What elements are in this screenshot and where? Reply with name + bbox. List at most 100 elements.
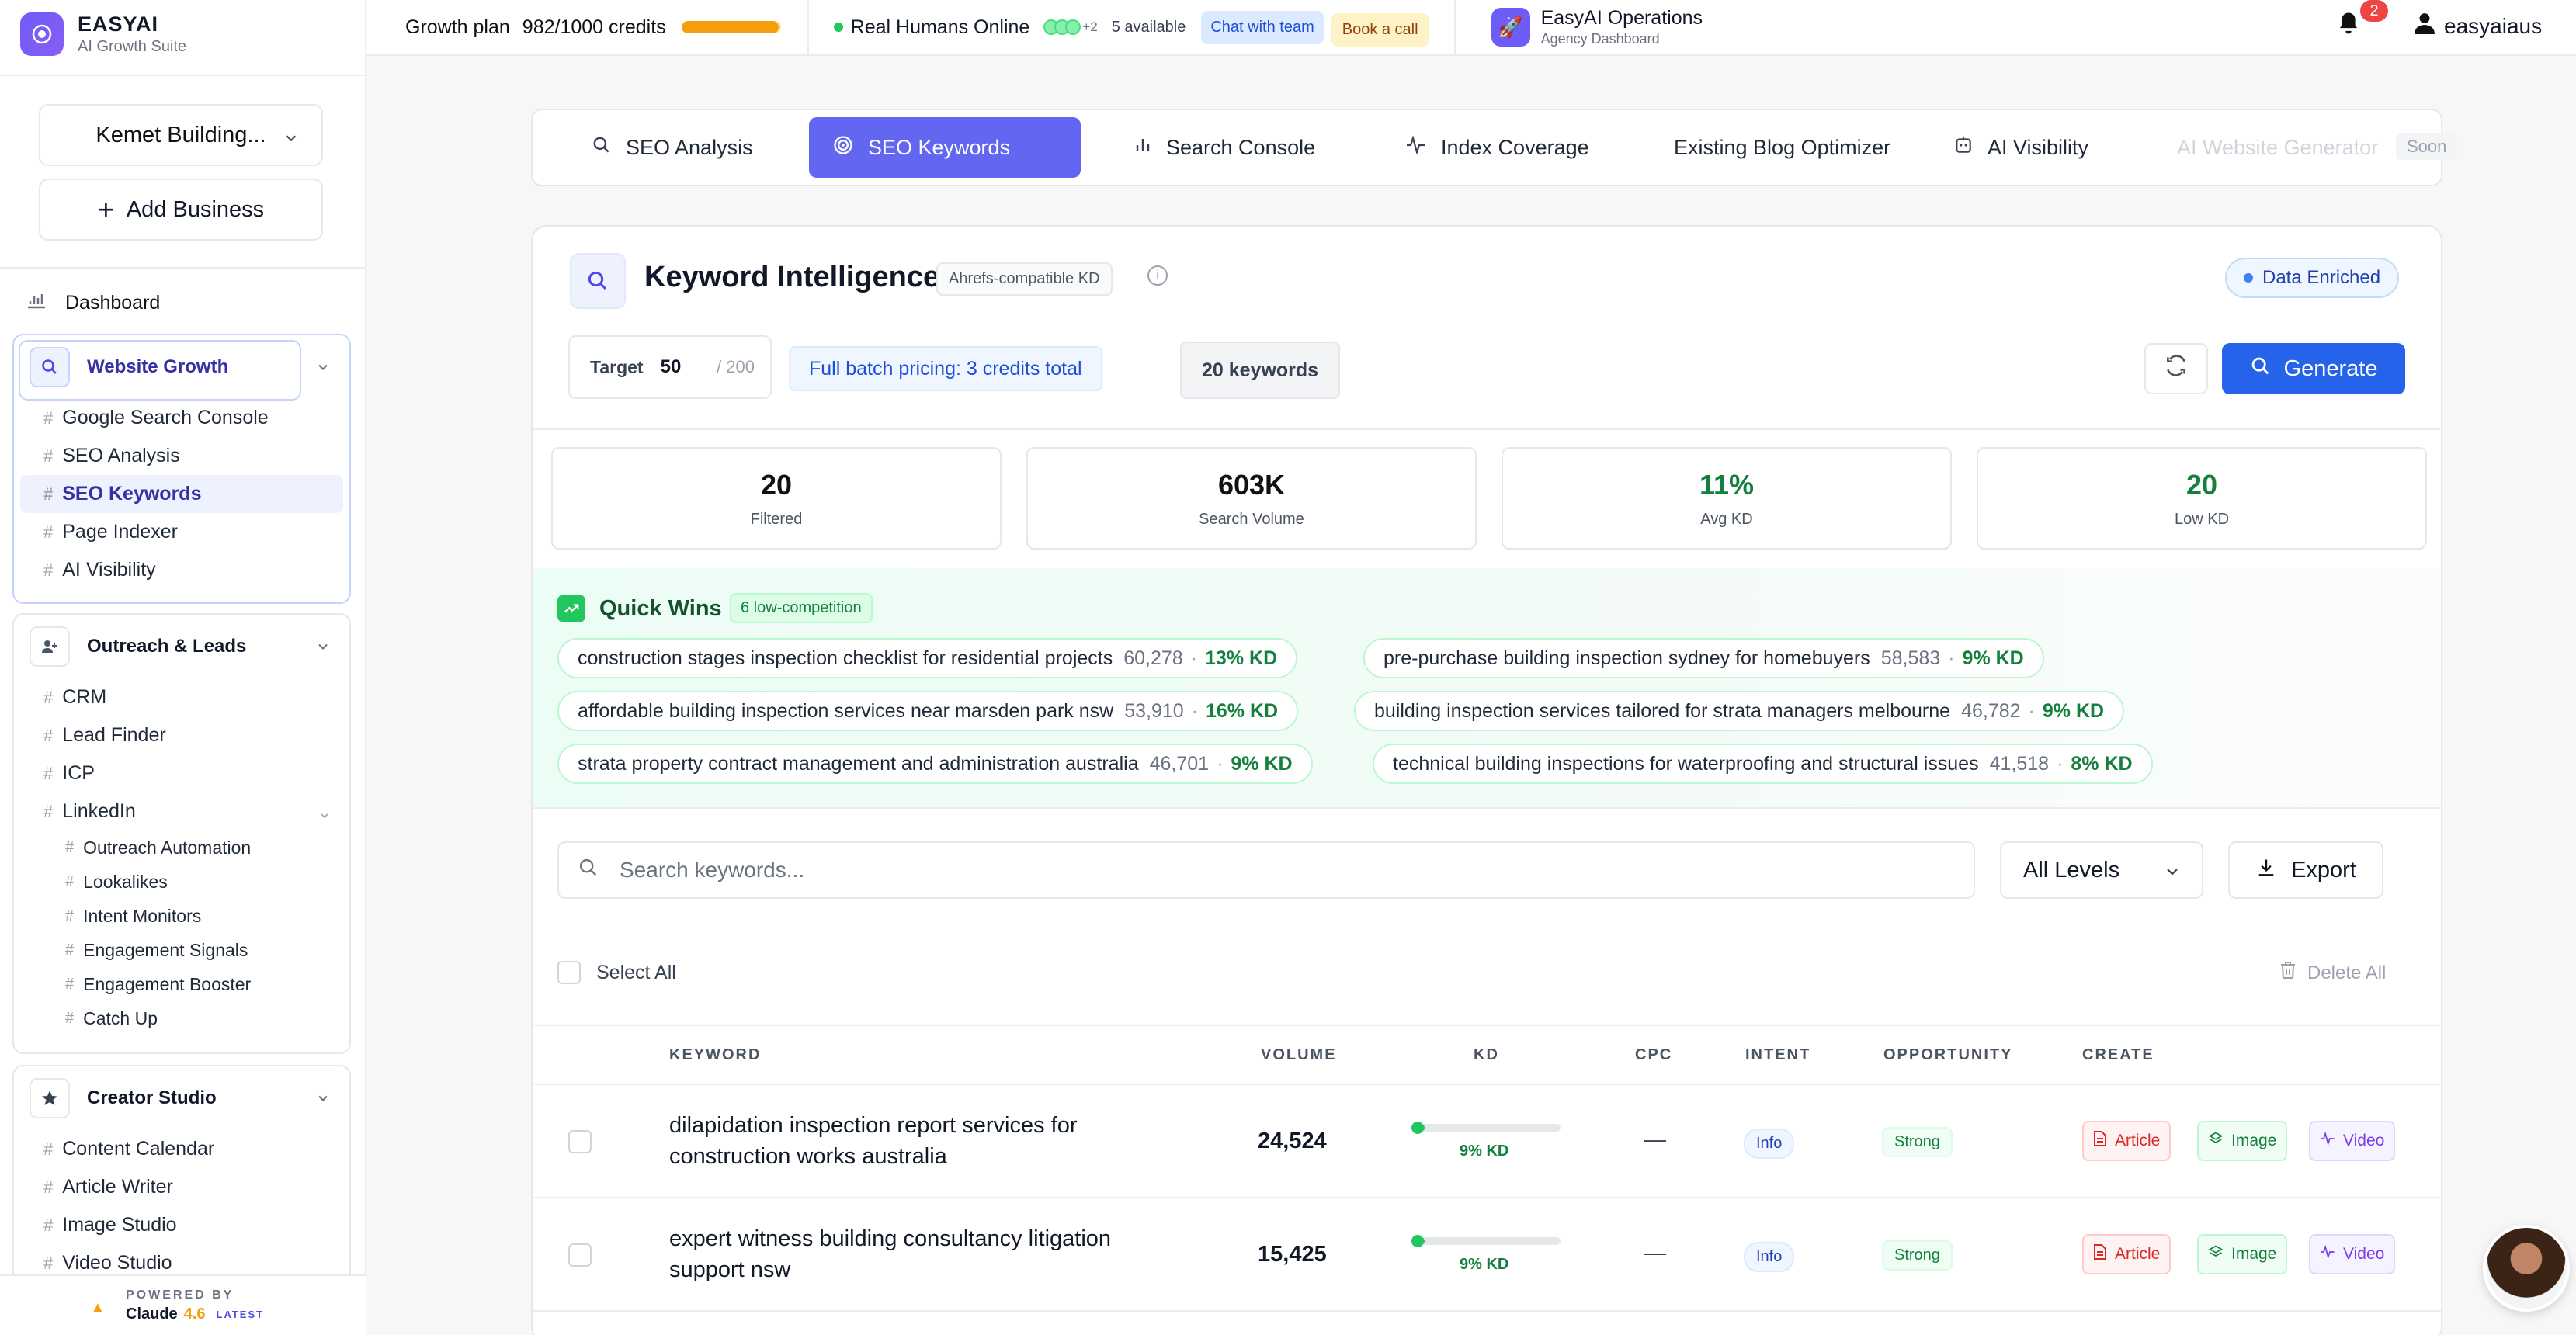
search-icon	[592, 135, 612, 161]
select-all-checkbox[interactable]	[557, 961, 581, 984]
chip-keyword: building inspection services tailored fo…	[1374, 699, 1951, 722]
tab-ai-visibility[interactable]: AI Visibility	[1930, 117, 2112, 178]
chat-with-team-button[interactable]: Chat with team	[1201, 10, 1324, 44]
available-count: 5 available	[1111, 18, 1186, 36]
plan-label: Growth plan	[405, 16, 510, 38]
sidebar-item-crm[interactable]: # CRM	[14, 678, 349, 716]
group-header-outreach-leads[interactable]: Outreach & Leads	[14, 615, 349, 678]
sidebar-item-seo-analysis[interactable]: # SEO Analysis	[14, 437, 349, 475]
tab-seo-keywords[interactable]: SEO Keywords	[809, 117, 1081, 178]
row-volume: 15,425	[1258, 1242, 1327, 1267]
rocket-icon: 🚀	[1491, 8, 1530, 47]
chip-volume: 46,701	[1149, 752, 1210, 775]
group-label: Outreach & Leads	[87, 636, 247, 657]
sidebar-item-ai-visibility[interactable]: # AI Visibility	[14, 551, 349, 589]
delete-all-label: Delete All	[2307, 962, 2387, 983]
sidebar-item-engagement-signals[interactable]: # Engagement Signals	[14, 933, 349, 967]
sidebar-item-label: Google Search Console	[62, 407, 269, 428]
chevron-down-icon	[2163, 862, 2182, 887]
data-enriched-label: Data Enriched	[2262, 267, 2381, 288]
create-image-button[interactable]: Image	[2197, 1234, 2288, 1274]
user-menu[interactable]: easyaiaus	[2415, 12, 2542, 40]
bar-chart-icon	[26, 292, 50, 314]
quick-win-chip[interactable]: pre-purchase building inspection sydney …	[1363, 638, 2044, 678]
row-kd: 9% KD	[1460, 1143, 1509, 1160]
sidebar-item-intent-monitors[interactable]: # Intent Monitors	[14, 899, 349, 933]
stat-label: Filtered	[750, 510, 803, 528]
create-article-button[interactable]: Article	[2082, 1234, 2172, 1274]
quick-win-chip[interactable]: construction stages inspection checklist…	[557, 638, 1298, 678]
quick-win-chip[interactable]: affordable building inspection services …	[557, 691, 1299, 731]
plus-icon: +	[97, 193, 114, 225]
tab-seo-analysis[interactable]: SEO Analysis	[568, 117, 776, 178]
tab-existing-blog-optimizer[interactable]: Existing Blog Optimizer	[1651, 117, 1914, 178]
quick-win-chip[interactable]: building inspection services tailored fo…	[1354, 691, 2125, 731]
column-header-volume[interactable]: VOLUME	[1261, 1046, 1337, 1064]
sidebar-item-catch-up[interactable]: # Catch Up	[14, 1001, 349, 1035]
column-header-cpc[interactable]: CPC	[1635, 1046, 1672, 1064]
refresh-button[interactable]	[2144, 343, 2208, 394]
sidebar-item-content-calendar[interactable]: # Content Calendar	[14, 1130, 349, 1168]
kd-bar	[1411, 1122, 1561, 1134]
target-value: 50	[660, 356, 682, 377]
user-name: easyaiaus	[2444, 13, 2543, 38]
target-input[interactable]: Target 50 / 200	[568, 335, 772, 399]
hash-icon: #	[65, 1009, 75, 1027]
sidebar-item-page-indexer[interactable]: # Page Indexer	[14, 513, 349, 551]
group-header-website-growth[interactable]: Website Growth	[14, 335, 349, 400]
generate-button[interactable]: Generate	[2222, 343, 2405, 394]
column-header-keyword[interactable]: KEYWORD	[669, 1046, 761, 1064]
hash-icon: #	[43, 763, 54, 783]
sidebar-item-seo-keywords[interactable]: # SEO Keywords	[20, 475, 343, 513]
create-article-button[interactable]: Article	[2082, 1121, 2172, 1161]
support-avatar[interactable]	[2483, 1225, 2570, 1312]
export-button[interactable]: Export	[2228, 841, 2383, 899]
quick-win-chip[interactable]: technical building inspections for water…	[1373, 744, 2153, 784]
levels-select[interactable]: All Levels	[2000, 841, 2203, 899]
sidebar-item-image-studio[interactable]: # Image Studio	[14, 1206, 349, 1244]
quick-win-chip[interactable]: strata property contract management and …	[557, 744, 1313, 784]
info-icon[interactable]: i	[1147, 265, 1168, 286]
sidebar-item-lookalikes[interactable]: # Lookalikes	[14, 865, 349, 899]
hash-icon: #	[43, 522, 54, 542]
search-icon	[578, 857, 599, 884]
select-all[interactable]: Select All	[557, 961, 676, 984]
sidebar-item-lead-finder[interactable]: # Lead Finder	[14, 716, 349, 754]
tab-search-console[interactable]: Search Console	[1110, 117, 1338, 178]
tab-label: Existing Blog Optimizer	[1674, 135, 1891, 159]
bell-icon[interactable]	[2337, 11, 2360, 42]
quick-wins-title: Quick Wins	[599, 596, 722, 621]
sidebar-item-article-writer[interactable]: # Article Writer	[14, 1168, 349, 1206]
add-business-button[interactable]: + Add Business	[39, 179, 323, 241]
group-header-creator-studio[interactable]: Creator Studio	[14, 1066, 349, 1130]
create-image-button[interactable]: Image	[2197, 1121, 2288, 1161]
business-select[interactable]: Kemet Building...	[39, 104, 323, 166]
agency-switcher[interactable]: 🚀 EasyAI Operations Agency Dashboard	[1491, 7, 1703, 47]
delete-all-button[interactable]: Delete All	[2279, 961, 2386, 985]
search-input[interactable]	[620, 858, 1939, 882]
sidebar-item-engagement-booster[interactable]: # Engagement Booster	[14, 967, 349, 1001]
brand[interactable]: EASYAI AI Growth Suite	[20, 12, 186, 56]
stat-avg-kd: 11% Avg KD	[1502, 447, 1952, 550]
sidebar-item-google-search-console[interactable]: # Google Search Console	[14, 399, 349, 437]
sidebar-item-outreach-automation[interactable]: # Outreach Automation	[14, 830, 349, 865]
column-header-kd[interactable]: KD	[1474, 1046, 1499, 1064]
sidebar-item-label: Lead Finder	[62, 724, 166, 746]
chip-volume: 41,518	[1989, 752, 2050, 775]
sidebar-item-icp[interactable]: # ICP	[14, 754, 349, 792]
tab-index-coverage[interactable]: Index Coverage	[1382, 117, 1613, 178]
row-cpc: —	[1644, 1240, 1666, 1264]
column-header-opportunity[interactable]: OPPORTUNITY	[1883, 1046, 2012, 1064]
column-header-intent[interactable]: INTENT	[1745, 1046, 1810, 1064]
row-checkbox[interactable]	[568, 1130, 592, 1153]
create-video-button[interactable]: Video	[2309, 1121, 2396, 1161]
chip-volume: 46,782	[1961, 699, 2021, 722]
book-call-button[interactable]: Book a call	[1331, 12, 1429, 47]
row-checkbox[interactable]	[568, 1243, 592, 1267]
sidebar-item-linkedin[interactable]: # LinkedIn	[14, 792, 349, 830]
chip-kd: 9% KD	[1231, 752, 1293, 775]
create-video-button[interactable]: Video	[2309, 1234, 2396, 1274]
nav-dashboard[interactable]: Dashboard	[26, 292, 160, 314]
sidebar-item-label: Content Calendar	[62, 1138, 215, 1160]
sidebar-item-label: Intent Monitors	[83, 905, 202, 926]
